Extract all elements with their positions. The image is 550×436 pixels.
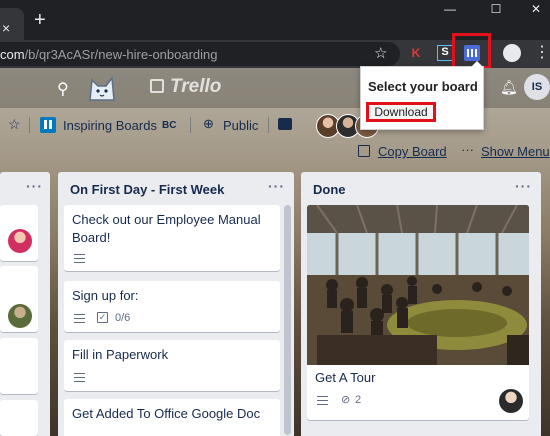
download-button[interactable]: Download (366, 102, 436, 122)
list-menu-icon[interactable]: ··· (515, 178, 532, 194)
trello-logo[interactable]: Trello (150, 76, 221, 98)
s-extension-icon[interactable]: S (437, 45, 453, 61)
k-extension-icon[interactable]: K (408, 45, 424, 61)
description-icon (74, 314, 85, 323)
card-title: Check out our Employee Manual Board! (72, 212, 261, 245)
list-scrollbar[interactable] (284, 205, 291, 435)
team-board-icon (40, 117, 56, 133)
checklist-count: 0/6 (115, 312, 131, 324)
close-tab-icon[interactable]: × (2, 21, 10, 35)
globe-icon: ⊕ (203, 116, 214, 131)
list-card[interactable] (0, 400, 38, 436)
team-name[interactable]: Inspiring Boards (63, 118, 157, 133)
browser-menu-icon[interactable]: ⋮ (534, 42, 550, 62)
checklist-icon: ✓ (97, 312, 108, 323)
card-member-avatar (8, 229, 32, 253)
office-tour-photo (307, 205, 529, 365)
url-text: com/b/qr3AcASr/new-hire-onboarding (0, 47, 218, 62)
new-tab-button[interactable]: + (34, 10, 46, 30)
more-icon[interactable]: ··· (461, 142, 474, 157)
card-title: Get A Tour (315, 370, 376, 385)
show-menu-link[interactable]: Show Menu (481, 144, 550, 159)
divider (190, 117, 191, 133)
list-card[interactable]: Fill in Paperwork (64, 340, 280, 391)
description-icon (74, 373, 85, 382)
select-board-popup: Select your board Download (360, 61, 484, 130)
star-icon[interactable]: ☆ (374, 44, 387, 62)
card-title: Fill in Paperwork (72, 347, 169, 362)
list-title[interactable]: On First Day - First Week (70, 182, 224, 197)
attachment-icon: ⊘ (341, 394, 351, 406)
minimize-button[interactable]: — (430, 0, 470, 18)
copy-board-link[interactable]: Copy Board (358, 144, 447, 159)
notifications-bell-icon[interactable]: 🔔︎ (500, 79, 518, 96)
list-menu-icon[interactable]: ··· (268, 178, 285, 194)
list-title[interactable]: Done (313, 182, 346, 197)
list-card[interactable]: Sign up for: ✓ 0/6 (64, 281, 280, 332)
card-title: Sign up for: (72, 288, 139, 303)
taco-mascot-icon (89, 75, 115, 101)
popup-arrow (471, 61, 483, 67)
divider (268, 117, 269, 133)
list-card[interactable]: Get Added To Office Google Doc (64, 399, 280, 436)
search-icon[interactable]: ⚲ (57, 79, 69, 99)
list-card[interactable] (0, 266, 38, 332)
team-badge: BC (162, 120, 177, 131)
card-member-avatar (499, 389, 523, 413)
star-board-icon[interactable]: ☆ (8, 116, 21, 133)
list-menu-icon[interactable]: ··· (26, 178, 43, 194)
profile-avatar[interactable] (503, 44, 521, 62)
list-card[interactable] (0, 205, 38, 261)
attachment-count: 2 (355, 394, 362, 406)
user-avatar[interactable]: IS (524, 74, 550, 100)
description-icon (317, 396, 328, 405)
visibility-button[interactable]: Public (223, 118, 258, 133)
card-member-avatar (8, 304, 32, 328)
address-bar[interactable]: com/b/qr3AcASr/new-hire-onboarding ☆ (0, 42, 400, 66)
divider (29, 117, 30, 133)
description-icon (74, 254, 85, 263)
browser-tab[interactable]: × (0, 8, 24, 40)
maximize-button[interactable]: ☐ (476, 0, 516, 18)
list-card[interactable]: Check out our Employee Manual Board! (64, 205, 280, 271)
close-window-button[interactable]: ✕ (516, 0, 550, 18)
archive-box-icon[interactable] (278, 118, 292, 130)
popup-title: Select your board (368, 79, 478, 94)
card-title: Get Added To Office Google Doc (72, 406, 261, 421)
list-card[interactable] (0, 338, 38, 394)
trello-logo-icon (150, 79, 164, 93)
